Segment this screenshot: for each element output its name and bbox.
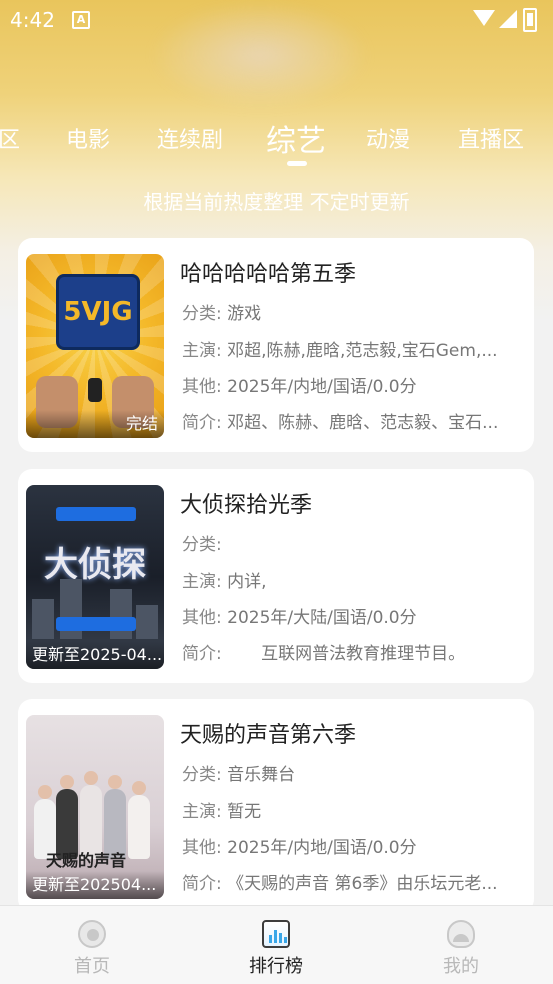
show-intro: 简介: 互联网普法教育推理节目。 [182, 644, 466, 664]
show-title[interactable]: 哈哈哈哈哈第五季 [180, 256, 356, 288]
show-card[interactable]: 5VJG 完结 哈哈哈哈哈第五季 分类: 游戏 主演: 邓超,陈赫,鹿晗,范志毅… [18, 238, 534, 452]
status-badge: 更新至202504... [26, 871, 164, 899]
show-card[interactable]: 天赐的声音 更新至202504... 天赐的声音第六季 分类: 音乐舞台 主演:… [18, 699, 534, 913]
poster-logo: 5VJG [56, 274, 140, 350]
tab-anime[interactable]: 动漫 [366, 122, 410, 154]
show-poster[interactable]: 5VJG 完结 [26, 254, 164, 438]
notification-icon: A [72, 11, 90, 29]
poster-person-head [38, 785, 52, 799]
poster-person-head [60, 775, 74, 789]
poster-building [32, 599, 54, 639]
show-category: 分类: 游戏 [182, 304, 262, 324]
wifi-icon [473, 10, 495, 26]
show-cast: 主演: 邓超,陈赫,鹿晗,范志毅,宝石Gem,... [182, 341, 498, 361]
category-tabs: 区 电影 连续剧 综艺 动漫 直播区 [0, 110, 553, 170]
tab-variety[interactable]: 综艺 [266, 116, 326, 160]
ranking-subtitle: 根据当前热度整理 不定时更新 [143, 190, 410, 214]
show-title[interactable]: 天赐的声音第六季 [180, 717, 356, 749]
show-category: 分类: 音乐舞台 [182, 765, 296, 785]
home-icon [78, 920, 106, 948]
show-card[interactable]: 大侦探 更新至2025-04... 大侦探拾光季 分类: 主演: 内详, 其他:… [18, 469, 534, 683]
show-cast: 主演: 内详, [182, 572, 267, 592]
profile-icon [447, 920, 475, 948]
show-cast: 主演: 暂无 [182, 802, 262, 822]
show-other: 其他: 2025年/大陆/国语/0.0分 [182, 608, 417, 628]
battery-icon [523, 8, 537, 32]
show-category: 分类: [182, 535, 222, 555]
nav-home-label: 首页 [74, 956, 110, 977]
nav-profile-label: 我的 [443, 956, 479, 977]
tab-live[interactable]: 直播区 [458, 122, 524, 154]
nav-home[interactable]: 首页 [32, 906, 152, 984]
poster-sponsor-banner [56, 507, 136, 521]
active-tab-indicator [287, 161, 307, 166]
tab-series[interactable]: 连续剧 [157, 122, 223, 154]
tab-zone[interactable]: 区 [0, 122, 20, 154]
poster-logo: 天赐的声音 [46, 851, 127, 870]
show-other: 其他: 2025年/内地/国语/0.0分 [182, 838, 417, 858]
show-title[interactable]: 大侦探拾光季 [180, 487, 312, 519]
show-poster[interactable]: 大侦探 更新至2025-04... [26, 485, 164, 669]
show-other: 其他: 2025年/内地/国语/0.0分 [182, 377, 417, 397]
poster-person [128, 795, 150, 859]
poster-building [110, 589, 132, 639]
status-icons [473, 8, 543, 32]
poster-logo: 大侦探 [44, 545, 146, 585]
nav-ranking[interactable]: 排行榜 [216, 906, 336, 984]
nav-ranking-label: 排行榜 [249, 956, 303, 977]
ranking-icon [262, 920, 290, 948]
status-badge: 完结 [26, 410, 164, 438]
poster-person-head [84, 771, 98, 785]
bottom-navigation: 首页 排行榜 我的 [0, 905, 553, 984]
poster-person-head [108, 775, 122, 789]
poster-person-head [132, 781, 146, 795]
status-badge: 更新至2025-04... [26, 641, 164, 669]
show-intro: 简介: 《天赐的声音 第6季》由乐坛元老... [182, 874, 498, 894]
tab-movie[interactable]: 电影 [66, 122, 110, 154]
poster-building [136, 605, 158, 639]
poster-sponsor-banner [56, 617, 136, 631]
status-time: 4:42 [10, 8, 55, 32]
show-intro: 简介: 邓超、陈赫、鹿晗、范志毅、宝石... [182, 413, 499, 433]
nav-profile[interactable]: 我的 [401, 906, 521, 984]
cell-signal-icon [499, 10, 517, 28]
show-poster[interactable]: 天赐的声音 更新至202504... [26, 715, 164, 899]
status-bar: 4:42 A [0, 0, 553, 38]
poster-figure [88, 378, 102, 402]
